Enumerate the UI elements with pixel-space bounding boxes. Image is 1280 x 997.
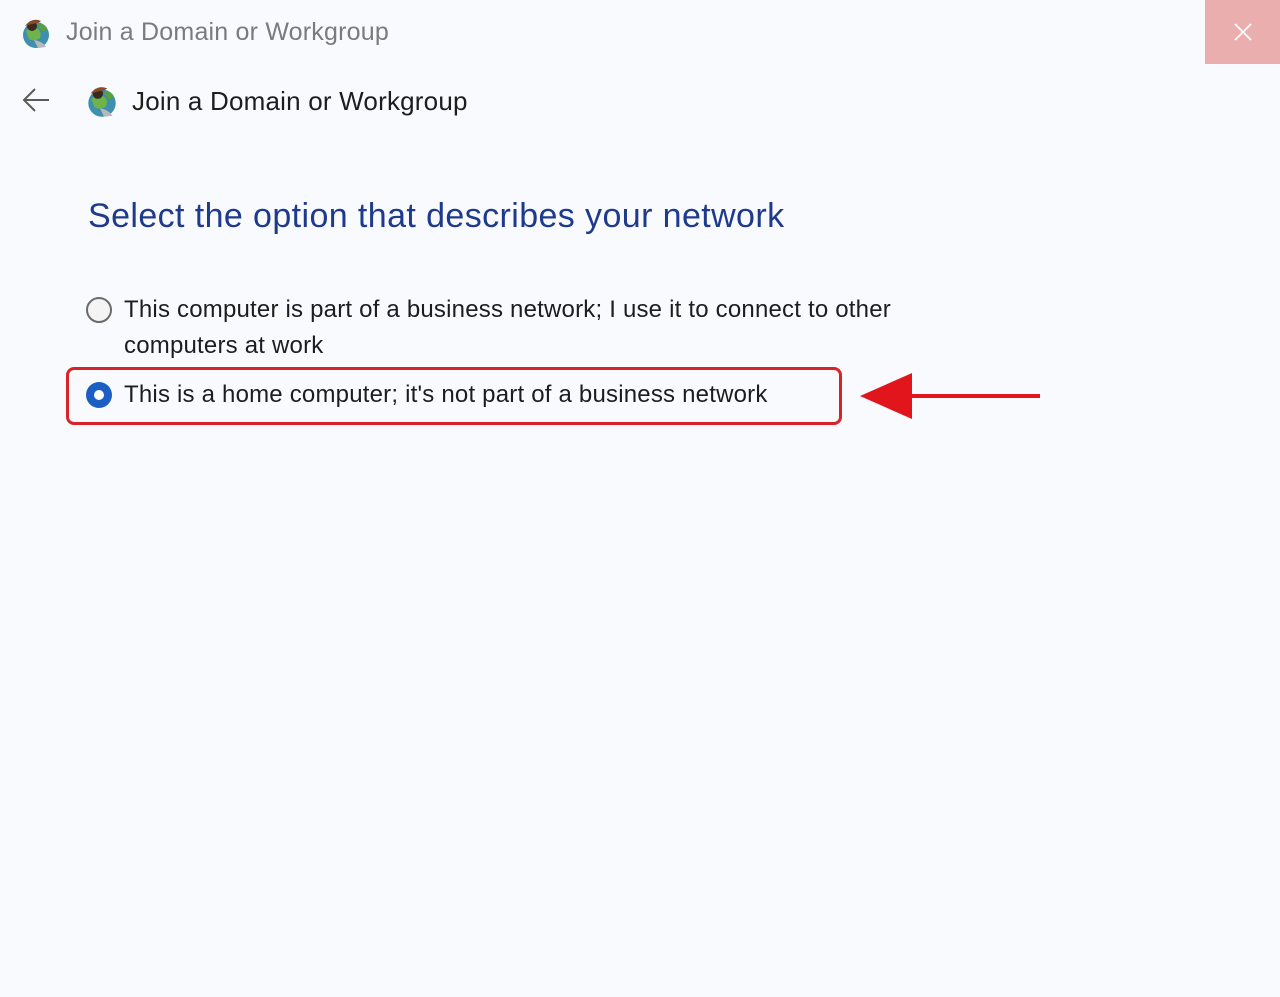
radio-home-computer[interactable] xyxy=(86,382,112,408)
close-button[interactable] xyxy=(1205,0,1280,64)
option-label: This computer is part of a business netw… xyxy=(124,296,891,359)
title-bar: Join a Domain or Workgroup xyxy=(0,0,1280,66)
option-business-network[interactable]: This computer is part of a business netw… xyxy=(86,292,986,364)
close-icon xyxy=(1232,21,1254,43)
radio-business-network[interactable] xyxy=(86,297,112,323)
network-globe-icon xyxy=(18,14,54,52)
main-heading: Select the option that describes your ne… xyxy=(88,197,785,235)
option-label: This is a home computer; it's not part o… xyxy=(124,381,768,408)
red-arrow-left-icon xyxy=(858,370,1044,422)
option-home-computer[interactable]: This is a home computer; it's not part o… xyxy=(86,377,846,413)
window-title: Join a Domain or Workgroup xyxy=(66,18,389,46)
back-arrow-icon xyxy=(20,86,52,119)
join-domain-window: Join a Domain or Workgroup Join a Domain… xyxy=(0,0,1280,997)
back-button[interactable] xyxy=(16,84,56,120)
page-title: Join a Domain or Workgroup xyxy=(132,86,468,116)
network-globe-icon xyxy=(82,81,122,121)
